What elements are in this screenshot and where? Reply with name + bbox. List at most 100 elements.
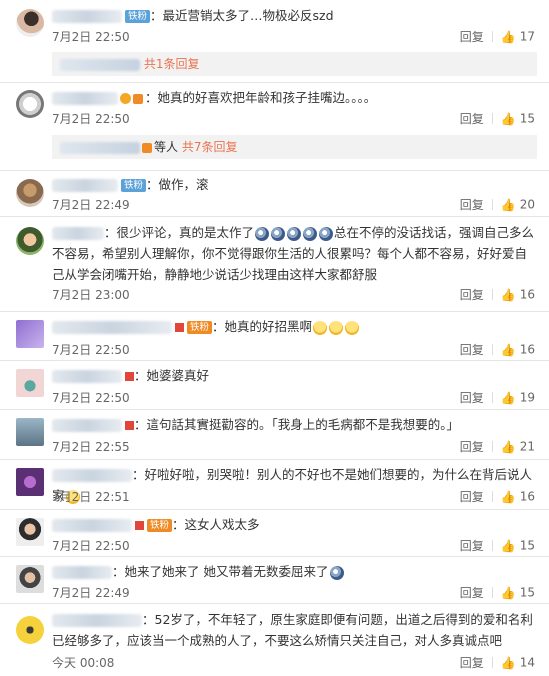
comment-text-row: 铁粉 ：最近营销太多了…物极必反szd [52, 5, 537, 26]
comment-actions: 回复 👍 21 [460, 438, 535, 455]
comment-actions: 回复 👍 19 [460, 389, 535, 406]
avatar[interactable] [16, 418, 44, 446]
reply-button[interactable]: 回复 [460, 539, 484, 553]
crying-emoji-icon [319, 226, 334, 241]
reply-button[interactable]: 回复 [460, 30, 484, 44]
divider [491, 113, 493, 124]
member-icon [142, 142, 152, 153]
comment-feed: 铁粉 ：最近营销太多了…物极必反szd 7月2日 22:50 回复 👍 17 共1条回… [0, 0, 549, 670]
thumbs-up-icon[interactable]: 👍 [501, 586, 516, 600]
member-icon [125, 421, 134, 430]
avatar[interactable] [16, 518, 44, 546]
avatar[interactable] [16, 90, 44, 118]
thumbs-up-icon[interactable]: 👍 [501, 656, 516, 670]
thumbs-up-icon[interactable]: 👍 [501, 391, 516, 405]
thumbs-up-icon[interactable]: 👍 [501, 112, 516, 126]
reply-button[interactable]: 回复 [460, 656, 484, 670]
reply-thread[interactable]: 共1条回复 [52, 52, 537, 76]
comment-item: ：她来了她来了 她又带着无数委屈来了 7月2日 22:49 回复 👍 15 [0, 557, 549, 604]
username[interactable] [52, 10, 122, 23]
thumbs-up-icon[interactable]: 👍 [501, 490, 516, 504]
like-count: 20 [519, 197, 535, 212]
reply-button[interactable]: 回复 [460, 440, 484, 454]
avatar[interactable] [16, 9, 44, 37]
username[interactable] [52, 321, 172, 334]
thumbs-up-icon[interactable]: 👍 [501, 343, 516, 357]
divider [491, 199, 493, 210]
username[interactable] [52, 227, 104, 240]
timestamp: 7月2日 23:00 [52, 288, 130, 302]
avatar[interactable] [16, 179, 44, 207]
comment-actions: 回复 👍 16 [460, 341, 535, 358]
username[interactable] [52, 566, 112, 579]
like-count: 15 [519, 111, 535, 126]
reply-button[interactable]: 回复 [460, 343, 484, 357]
reply-button[interactable]: 回复 [460, 288, 484, 302]
avatar[interactable] [16, 616, 44, 644]
reply-button[interactable]: 回复 [460, 198, 484, 212]
avatar[interactable] [16, 468, 44, 496]
username[interactable] [52, 370, 122, 383]
thumbs-up-icon[interactable]: 👍 [501, 539, 516, 553]
username[interactable] [52, 179, 118, 192]
comment-item: 铁粉 ：她真的好招黑啊 7月2日 22:50 回复 👍 16 [0, 312, 549, 361]
replier-name [60, 58, 140, 71]
reply-thread[interactable]: 等人 共7条回复 [52, 135, 537, 159]
comment-item: 铁粉 ：做作，滚 7月2日 22:49 回复 👍 20 [0, 171, 549, 217]
comment-text-row: 铁粉 ：做作，滚 [52, 174, 537, 195]
view-replies-link[interactable]: 共1条回复 [144, 57, 200, 71]
like-count: 16 [519, 287, 535, 302]
username[interactable] [52, 419, 122, 432]
thumbs-up-icon[interactable]: 👍 [501, 440, 516, 454]
like-count: 17 [519, 29, 535, 44]
member-icon [135, 521, 144, 530]
username[interactable] [52, 519, 132, 532]
avatar[interactable] [16, 369, 44, 397]
avatar[interactable] [16, 320, 44, 348]
comment-item: ：這句話其實挺勸容的。「我身上的毛病都不是我想要的。」 7月2日 22:55 回… [0, 410, 549, 460]
reply-button[interactable]: 回复 [460, 391, 484, 405]
timestamp: 7月2日 22:50 [52, 343, 130, 357]
comment-item: ：很少评论，真的是太作了 总在不停的没话找话，强调自己多么不容易，希望别人理解你，… [0, 217, 549, 312]
divider [491, 344, 493, 355]
divider [491, 657, 493, 668]
view-replies-link[interactable]: 共7条回复 [182, 140, 238, 154]
comment-item: 铁粉 ：最近营销太多了…物极必反szd 7月2日 22:50 回复 👍 17 共1条回… [0, 0, 549, 83]
reply-button[interactable]: 回复 [460, 490, 484, 504]
crying-emoji-icon [329, 565, 344, 580]
reply-button[interactable]: 回复 [460, 112, 484, 126]
comment-text-row: ：52岁了，不年轻了，原生家庭即便有问题，出道之后得到的爱和名利已经够多了，应该… [52, 612, 533, 648]
fan-badge: 铁粉 [125, 10, 151, 23]
thumbs-up-icon[interactable]: 👍 [501, 30, 516, 44]
verified-icon [120, 93, 131, 104]
divider [491, 441, 493, 452]
thumbs-up-icon[interactable]: 👍 [501, 288, 516, 302]
timestamp: 7月2日 22:51 [52, 490, 130, 504]
comment-text: 她婆婆真好 [146, 368, 210, 383]
avatar[interactable] [16, 565, 44, 593]
comment-actions: 回复 👍 15 [460, 110, 535, 127]
crying-emoji-icon [255, 226, 270, 241]
laughing-emoji-icon [345, 320, 360, 335]
username[interactable] [52, 469, 132, 482]
username[interactable] [52, 92, 118, 105]
reply-button[interactable]: 回复 [460, 586, 484, 600]
comment-text-row: 铁粉 ：她真的好招黑啊 [52, 316, 537, 337]
divider [491, 392, 493, 403]
comment-item: 铁粉 ：这女人戏太多 7月2日 22:50 回复 👍 15 [0, 510, 549, 557]
comment-text: 這句話其實挺勸容的。「我身上的毛病都不是我想要的。」 [146, 417, 460, 432]
replier-name [60, 141, 140, 154]
comment-text-row: ：很少评论，真的是太作了 总在不停的没话找话，强调自己多么不容易，希望别人理解你，… [52, 225, 535, 282]
laughing-emoji-icon [313, 320, 328, 335]
comment-text: 最近营销太多了…物极必反szd [162, 8, 334, 23]
comment-actions: 回复 👍 14 [460, 654, 535, 671]
fan-badge: 铁粉 [147, 519, 173, 532]
avatar[interactable] [16, 227, 44, 255]
comment-text: 做作，滚 [158, 177, 209, 192]
thumbs-up-icon[interactable]: 👍 [501, 198, 516, 212]
timestamp: 7月2日 22:50 [52, 30, 130, 44]
comment-text: 她来了她来了 她又带着无数委屈来了 [124, 564, 329, 579]
comment-actions: 回复 👍 20 [460, 196, 535, 213]
comment-actions: 回复 👍 16 [460, 488, 535, 505]
username[interactable] [52, 614, 142, 627]
